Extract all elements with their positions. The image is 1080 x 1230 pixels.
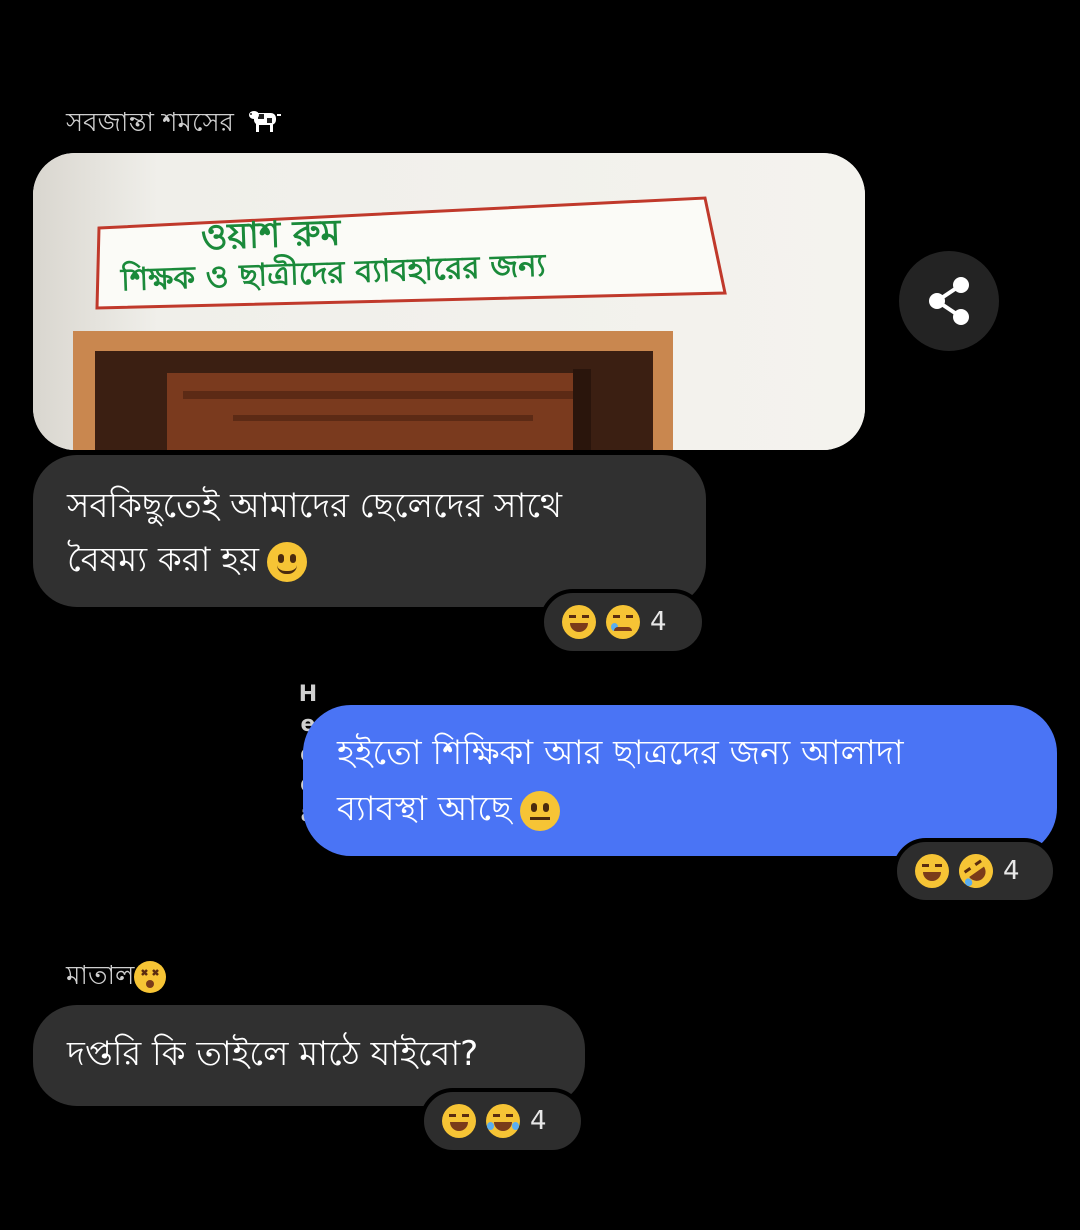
reaction-count: 4: [1003, 856, 1020, 886]
message-line: সবকিছুতেই আমাদের ছেলেদের সাথে: [67, 486, 563, 526]
message-line: বৈষম্য করা হয়: [67, 540, 260, 580]
message-line: হইতো শিক্ষিকা আর ছাত্রদের জন্য আলাদা: [337, 733, 904, 773]
reaction-count: 4: [530, 1106, 547, 1136]
share-icon: [929, 277, 969, 325]
message-line: ব্যাবস্থা আছে: [337, 789, 512, 829]
share-button[interactable]: [899, 251, 999, 351]
dizzy-face-icon: [134, 960, 167, 993]
sender-name: সবজান্তা শমসের: [66, 102, 284, 146]
cow-icon: [248, 105, 284, 142]
reaction-bar[interactable]: 4: [893, 838, 1057, 904]
reaction-bar[interactable]: 4: [420, 1088, 585, 1154]
sender-name-text: মাতাল: [66, 961, 135, 991]
slightly-smiling-face-icon: [267, 541, 308, 582]
photo-attachment[interactable]: ওয়াশ রুম শিক্ষক ও ছাত্রীদের ব্যাবহারের …: [33, 153, 865, 450]
rolling-on-floor-laughing-icon: [952, 847, 1000, 895]
message-bubble[interactable]: সবকিছুতেই আমাদের ছেলেদের সাথে বৈষম্য করা…: [33, 455, 706, 607]
reaction-bar[interactable]: 4: [540, 589, 706, 655]
grinning-squinting-face-icon: [442, 1104, 476, 1138]
sender-name-text: সবজান্তা শমসের: [66, 108, 234, 138]
sender-name: মাতাল: [66, 955, 167, 999]
grinning-squinting-face-icon: [915, 854, 949, 888]
face-with-tears-of-joy-icon: [486, 1104, 520, 1138]
message-line: দপ্তরি কি তাইলে মাঠে যাইবো?: [67, 1034, 479, 1074]
message-line-with-emoji: বৈষম্য করা হয়: [67, 533, 706, 587]
message-bubble-outgoing[interactable]: হইতো শিক্ষিকা আর ছাত্রদের জন্য আলাদা ব্য…: [303, 705, 1057, 856]
sad-tear-face-icon: [606, 605, 640, 639]
message-line-with-emoji: ব্যাবস্থা আছে: [337, 781, 1057, 837]
grinning-squinting-face-icon: [562, 605, 596, 639]
reaction-count: 4: [650, 607, 667, 637]
neutral-face-icon: [519, 790, 560, 831]
